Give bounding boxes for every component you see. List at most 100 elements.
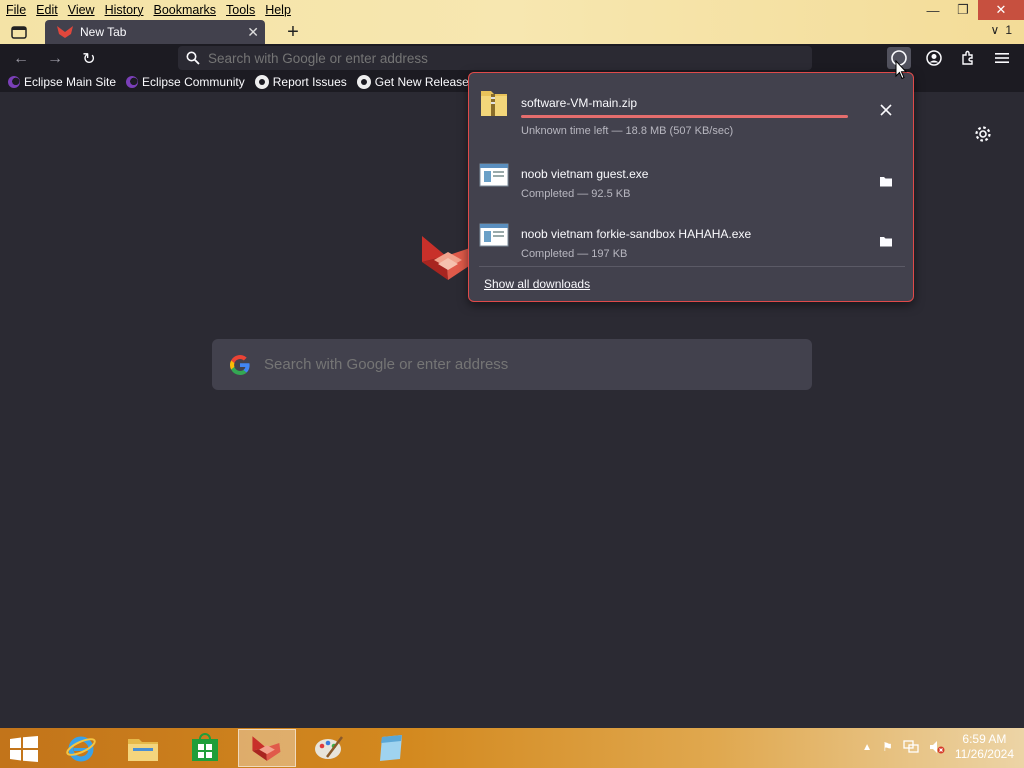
- windows-start-icon[interactable]: [10, 736, 38, 762]
- show-all-downloads-button[interactable]: Show all downloads: [484, 277, 590, 291]
- exe-icon: [479, 163, 509, 187]
- network-icon[interactable]: [903, 740, 919, 754]
- list-all-tabs[interactable]: ∨ 1: [991, 23, 1012, 37]
- download-item[interactable]: noob vietnam forkie-sandbox HAHAHA.exe C…: [469, 210, 913, 268]
- reload-button[interactable]: ↻: [78, 48, 100, 70]
- volume-muted-icon[interactable]: [929, 740, 945, 754]
- menu-history[interactable]: History: [105, 3, 144, 17]
- page-settings-button[interactable]: [973, 124, 993, 144]
- tab-new-tab[interactable]: New Tab ✕: [45, 20, 265, 44]
- bookmark-get-new-releases[interactable]: Get New Releases: [356, 75, 475, 89]
- download-filename: software-VM-main.zip: [521, 96, 638, 110]
- file-explorer-icon: [128, 739, 158, 761]
- flag-icon[interactable]: ⚑: [882, 740, 893, 754]
- system-tray: ▲ ⚑ 6:59 AM 11/26/2024: [862, 732, 1014, 762]
- github-icon: [356, 75, 371, 89]
- taskbar-store[interactable]: [176, 729, 234, 767]
- show-in-folder-button[interactable]: [875, 230, 897, 252]
- internet-explorer-icon: [66, 736, 96, 762]
- newtab-search-input[interactable]: [264, 356, 784, 373]
- tab-title: New Tab: [80, 25, 127, 39]
- menu-file[interactable]: File: [6, 3, 26, 17]
- close-tab-icon[interactable]: ✕: [247, 24, 259, 41]
- account-button[interactable]: [922, 47, 946, 69]
- bookmark-eclipse-community[interactable]: Eclipse Community: [126, 75, 245, 89]
- nav-bar: ← → ↻: [0, 44, 1024, 72]
- firefox-view-icon: [11, 26, 27, 39]
- tab-strip: New Tab ✕ + ∨ 1: [0, 20, 1024, 44]
- google-icon: [230, 354, 250, 375]
- download-status: Completed — 197 KB: [521, 248, 628, 260]
- reload-icon: ↻: [82, 51, 96, 68]
- taskbar-paint[interactable]: [300, 729, 358, 767]
- menu-view[interactable]: View: [68, 3, 95, 17]
- paint-icon: [315, 736, 343, 759]
- menu: File Edit View History Bookmarks Tools H…: [6, 3, 291, 17]
- download-item[interactable]: noob vietnam guest.exe Completed — 92.5 …: [469, 150, 913, 208]
- show-in-folder-button[interactable]: [875, 170, 897, 192]
- eclipse-icon: [8, 76, 20, 88]
- clock-date: 11/26/2024: [954, 747, 1014, 761]
- url-bar[interactable]: [178, 46, 812, 70]
- store-icon: [192, 733, 218, 761]
- taskbar-notepad[interactable]: [362, 729, 420, 767]
- minimize-button[interactable]: —: [918, 0, 948, 20]
- firefox-view-button[interactable]: [8, 23, 30, 41]
- close-window-button[interactable]: ✕: [978, 0, 1024, 20]
- taskbar-internet-explorer[interactable]: [52, 729, 110, 767]
- menu-help[interactable]: Help: [265, 3, 291, 17]
- download-filename: noob vietnam guest.exe: [521, 167, 649, 181]
- chevron-down-icon: ∨: [990, 23, 1000, 37]
- bookmark-report-issues[interactable]: Report Issues: [254, 75, 347, 89]
- bookmark-label: Get New Releases: [374, 75, 475, 89]
- download-status: Unknown time left — 18.8 MB (507 KB/sec): [521, 125, 734, 137]
- puzzle-icon: [962, 50, 973, 65]
- folder-icon: [880, 237, 892, 247]
- folder-icon: [880, 177, 892, 187]
- browser-logo-icon: [57, 26, 73, 38]
- cancel-download-button[interactable]: [875, 99, 897, 121]
- restore-button[interactable]: ❐: [948, 0, 978, 20]
- url-input[interactable]: [208, 50, 768, 66]
- hamburger-icon: [995, 53, 1009, 63]
- search-icon: [178, 51, 208, 65]
- menu-edit[interactable]: Edit: [36, 3, 58, 17]
- bookmark-label: Report Issues: [272, 75, 347, 89]
- download-item[interactable]: software-VM-main.zip Unknown time left —…: [469, 79, 913, 137]
- arrow-left-icon: ←: [13, 50, 29, 67]
- bookmark-eclipse-main-site[interactable]: Eclipse Main Site: [8, 75, 116, 89]
- back-button[interactable]: ←: [10, 48, 32, 70]
- newtab-search-box[interactable]: [212, 339, 812, 390]
- eclipse-icon: [126, 76, 139, 88]
- menu-tools[interactable]: Tools: [226, 3, 255, 17]
- close-icon: [880, 104, 892, 116]
- show-hidden-icons-icon[interactable]: ▲: [862, 742, 872, 753]
- download-status: Completed — 92.5 KB: [521, 188, 631, 200]
- forward-button[interactable]: →: [44, 48, 66, 70]
- menu-bar: File Edit View History Bookmarks Tools H…: [0, 0, 1024, 20]
- taskbar-file-explorer[interactable]: [114, 729, 172, 767]
- mouse-cursor-icon: [895, 60, 907, 80]
- download-progress-bar: [521, 115, 848, 118]
- window-controls: — ❐ ✕: [918, 0, 1024, 20]
- app-menu-button[interactable]: [990, 47, 1014, 69]
- menu-bookmarks[interactable]: Bookmarks: [153, 3, 216, 17]
- taskbar-browser[interactable]: [238, 729, 296, 767]
- tab-count: 1: [1005, 23, 1012, 37]
- arrow-right-icon: →: [47, 50, 63, 67]
- zip-folder-icon: [481, 91, 507, 116]
- extensions-button[interactable]: [956, 47, 980, 69]
- gear-icon: [975, 126, 991, 142]
- new-tab-button[interactable]: +: [283, 21, 303, 44]
- bookmark-label: Eclipse Community: [142, 75, 245, 89]
- clock[interactable]: 6:59 AM 11/26/2024: [955, 732, 1014, 762]
- account-icon: [926, 50, 942, 66]
- clock-time: 6:59 AM: [962, 732, 1007, 746]
- browser-icon: [252, 736, 281, 761]
- bookmark-label: Eclipse Main Site: [24, 75, 117, 89]
- downloads-panel: software-VM-main.zip Unknown time left —…: [468, 72, 914, 302]
- download-filename: noob vietnam forkie-sandbox HAHAHA.exe: [521, 227, 752, 241]
- download-progress-fill: [521, 115, 848, 118]
- notepad-icon: [380, 735, 402, 761]
- exe-icon: [479, 223, 509, 247]
